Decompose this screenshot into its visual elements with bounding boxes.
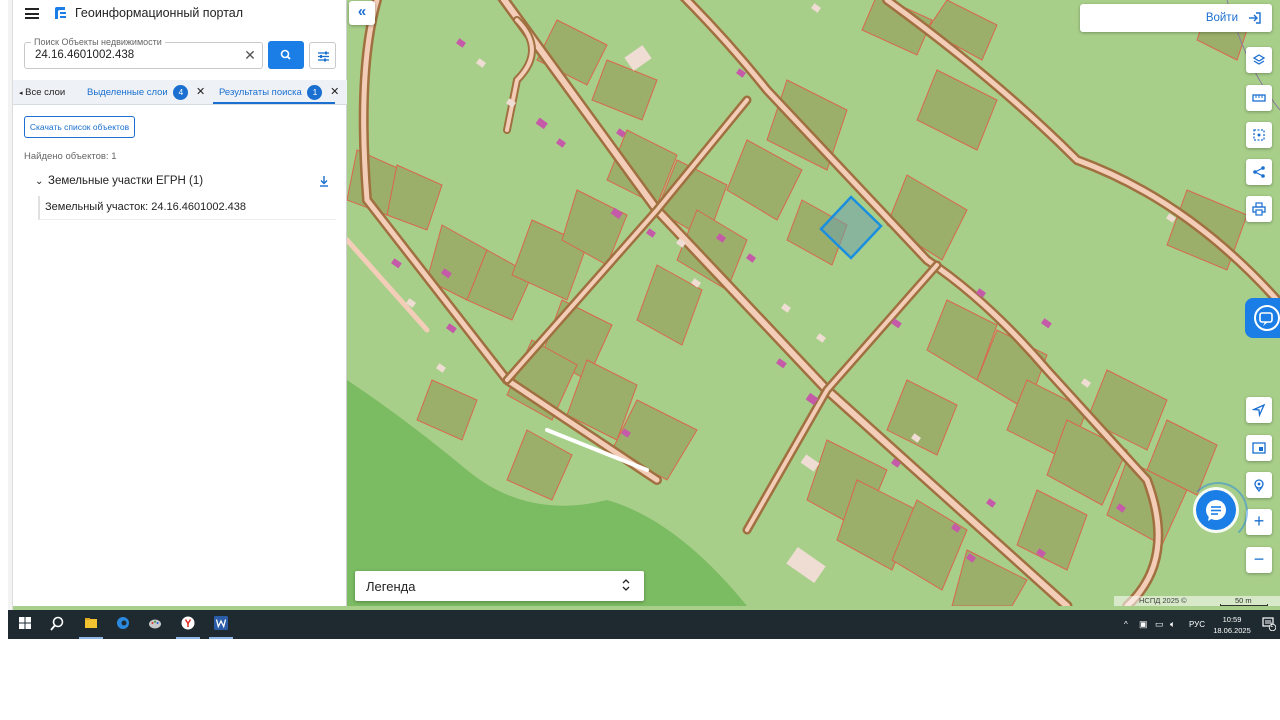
portal-title: Геоинформационный портал xyxy=(75,6,244,20)
taskbar-edge[interactable] xyxy=(108,610,138,639)
navigation-arrow-icon xyxy=(1252,403,1266,417)
network-icon[interactable]: ▭ xyxy=(1155,610,1164,639)
windows-taskbar: ^ ▣ ▭ 🔈︎ РУС 10:59 18.06.2025 1 xyxy=(8,610,1280,639)
filter-sliders-icon xyxy=(318,51,329,62)
zoom-in-icon: + xyxy=(1253,511,1265,531)
share-icon xyxy=(1253,166,1265,178)
locate-me-button[interactable] xyxy=(1246,397,1272,423)
search-results-count-badge: 1 xyxy=(307,85,323,100)
select-area-icon xyxy=(1253,129,1265,141)
search-button[interactable] xyxy=(268,41,304,69)
taskbar-file-explorer[interactable] xyxy=(76,610,106,639)
search-filter-button[interactable] xyxy=(309,42,336,69)
clear-search-icon[interactable]: ✕ xyxy=(242,47,258,63)
result-item-text: Земельный участок: 24.16.4601002.438 xyxy=(45,201,247,213)
results-group-land-parcels[interactable]: ⌄ Земельные участки ЕГРН (1) xyxy=(33,174,333,190)
download-list-button[interactable]: Скачать список объектов xyxy=(24,116,135,138)
search-value[interactable]: 24.16.4601002.438 xyxy=(35,49,134,61)
start-button[interactable] xyxy=(10,610,40,639)
notification-icon xyxy=(1262,617,1277,632)
print-button[interactable] xyxy=(1246,196,1272,222)
browser-app: Геоинформационный портал Поиск Объекты н… xyxy=(8,0,1280,610)
result-item[interactable]: Земельный участок: 24.16.4601002.438 xyxy=(38,196,336,220)
search-icon xyxy=(50,616,64,631)
map-scale-info: НСПД 2025 © 50 m xyxy=(1114,596,1280,606)
login-label: Войти xyxy=(1205,12,1238,24)
panel-header: Геоинформационный портал xyxy=(13,0,347,28)
results-group-title: Земельные участки ЕГРН (1) xyxy=(48,175,204,187)
zoom-out-button[interactable]: − xyxy=(1246,547,1272,573)
login-icon xyxy=(1249,12,1261,24)
minimap-button[interactable] xyxy=(1246,435,1272,461)
taskbar-paint[interactable] xyxy=(140,610,170,639)
screenshot: Геоинформационный портал Поиск Объекты н… xyxy=(0,0,1280,720)
chat-button[interactable] xyxy=(1196,490,1236,530)
found-count-text: Найдено объектов: 1 xyxy=(24,151,117,162)
chevron-left-icon: ◂ xyxy=(19,90,23,97)
windows-logo-icon xyxy=(19,617,31,629)
printer-icon xyxy=(1252,202,1266,216)
tab-selected-layers-label: Выделенные слои xyxy=(87,87,168,99)
download-icon[interactable] xyxy=(317,174,331,188)
clock-time: 10:59 xyxy=(1222,615,1242,624)
portal-logo-icon xyxy=(55,7,66,19)
layers-icon xyxy=(1252,54,1266,65)
tab-all-layers-label: Все слои xyxy=(25,87,66,98)
scale-bar xyxy=(1220,604,1268,606)
yandex-browser-icon xyxy=(181,616,195,630)
active-tab-indicator xyxy=(213,102,335,104)
map-canvas[interactable] xyxy=(347,0,1280,606)
chat-bubble-icon xyxy=(1206,500,1226,521)
notification-count: 1 xyxy=(1270,623,1274,629)
browser-icon xyxy=(117,617,129,629)
chevron-down-icon: ⌄ xyxy=(35,176,44,187)
close-selected-layers-icon[interactable]: ✕ xyxy=(196,80,205,105)
notification-center-button[interactable]: 1 xyxy=(1262,617,1277,632)
zoom-out-icon: − xyxy=(1253,549,1265,569)
collapse-panel-button[interactable]: « xyxy=(349,1,375,25)
search-icon xyxy=(280,49,291,60)
side-panel: Геоинформационный портал Поиск Объекты н… xyxy=(13,0,347,606)
taskbar-word[interactable] xyxy=(206,610,236,639)
search-input[interactable]: Поиск Объекты недвижимости 24.16.4601002… xyxy=(24,37,263,69)
active-indicator xyxy=(79,637,103,639)
language-indicator[interactable]: РУС xyxy=(1189,610,1205,639)
select-area-button[interactable] xyxy=(1246,122,1272,148)
tray-app-icon[interactable]: ▣ xyxy=(1139,610,1148,639)
taskbar-search-button[interactable] xyxy=(42,610,72,639)
clock-date: 18.06.2025 xyxy=(1213,626,1251,635)
map-layer xyxy=(347,0,1280,606)
ruler-icon xyxy=(1252,94,1266,102)
map-attribution: НСПД 2025 © xyxy=(1139,596,1187,605)
login-button[interactable]: Войти xyxy=(1080,4,1272,32)
legend-label: Легенда xyxy=(366,579,416,594)
up-down-chevron-icon xyxy=(622,579,630,591)
tray-overflow-chevron-icon[interactable]: ^ xyxy=(1124,610,1128,639)
assistant-button[interactable] xyxy=(1245,298,1280,338)
search-label: Поиск Объекты недвижимости xyxy=(31,37,165,47)
tab-search-results-label: Результаты поиска xyxy=(219,87,302,99)
share-button[interactable] xyxy=(1246,159,1272,185)
location-pin-icon xyxy=(1254,479,1264,492)
legend-dropdown[interactable]: Легенда xyxy=(355,571,644,601)
tab-all-layers[interactable]: ◂ Все слои xyxy=(19,80,65,105)
folder-icon xyxy=(85,618,97,628)
active-indicator xyxy=(176,637,200,639)
map-pin-button[interactable] xyxy=(1246,472,1272,498)
hamburger-menu-icon[interactable] xyxy=(25,8,39,19)
picture-in-picture-icon xyxy=(1252,442,1266,454)
volume-icon[interactable]: 🔈︎ xyxy=(1170,610,1175,639)
tab-selected-layers[interactable]: Выделенные слои 4 ✕ xyxy=(87,80,205,105)
selected-layers-count-badge: 4 xyxy=(173,85,189,100)
paint-palette-icon xyxy=(149,619,161,629)
taskbar-yandex-browser[interactable] xyxy=(173,610,203,639)
layers-button[interactable] xyxy=(1246,47,1272,73)
measure-button[interactable] xyxy=(1246,85,1272,111)
active-indicator xyxy=(209,637,233,639)
taskbar-clock[interactable]: 10:59 18.06.2025 xyxy=(1210,614,1254,636)
assistant-chat-icon xyxy=(1254,305,1280,331)
word-icon xyxy=(214,616,228,630)
zoom-in-button[interactable]: + xyxy=(1246,509,1272,535)
